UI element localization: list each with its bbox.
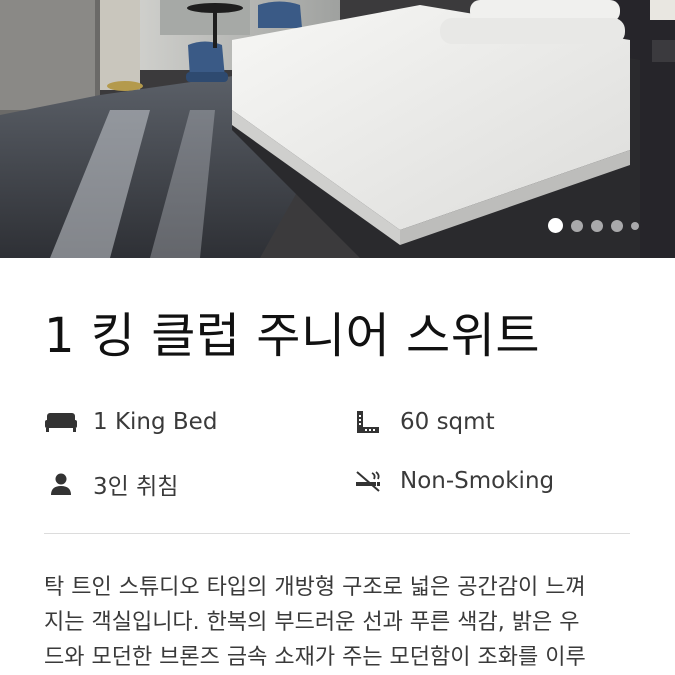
person-icon [44,470,78,498]
feature-smoking: Non-Smoking [351,467,554,495]
description-line: 탁 트인 스튜디오 타입의 개방형 구조로 넓은 공간감이 느껴 [44,575,586,600]
carousel-dot-4[interactable] [611,219,623,232]
carousel-dot-1[interactable] [548,218,563,233]
section-divider [44,533,630,534]
carousel-dot-3[interactable] [591,219,603,232]
room-detail-page: 1 킹 클럽 주니어 스위트 1 King Bed 60 sqmt 3인 취침 … [0,0,675,675]
no-smoking-icon [351,467,385,495]
feature-smoking-text: Non-Smoking [400,468,555,494]
feature-guests-text: 3인 취침 [93,474,179,500]
room-photo-carousel[interactable] [0,0,675,258]
feature-guests: 3인 취침 [44,467,178,501]
description-line: 지는 객실입니다. 한복의 부드러운 선과 푸른 색감, 밝은 우 [44,610,580,635]
room-description: 탁 트인 스튜디오 타입의 개방형 구조로 넓은 공간감이 느껴 지는 객실입니… [44,570,644,675]
carousel-dot-5[interactable] [631,221,639,230]
feature-bed-text: 1 King Bed [93,409,218,435]
bed-icon [44,408,78,436]
feature-room-size: 60 sqmt [351,408,495,436]
room-title: 1 킹 클럽 주니어 스위트 [44,308,541,364]
ruler-area-icon [351,408,385,436]
carousel-dot-2[interactable] [571,219,583,232]
description-line: 드와 모던한 브론즈 금속 소재가 주는 모던함이 조화를 이루 [44,645,586,670]
carousel-indicator [548,218,639,233]
feature-room-size-text: 60 sqmt [400,409,495,435]
feature-bed: 1 King Bed [44,408,217,436]
